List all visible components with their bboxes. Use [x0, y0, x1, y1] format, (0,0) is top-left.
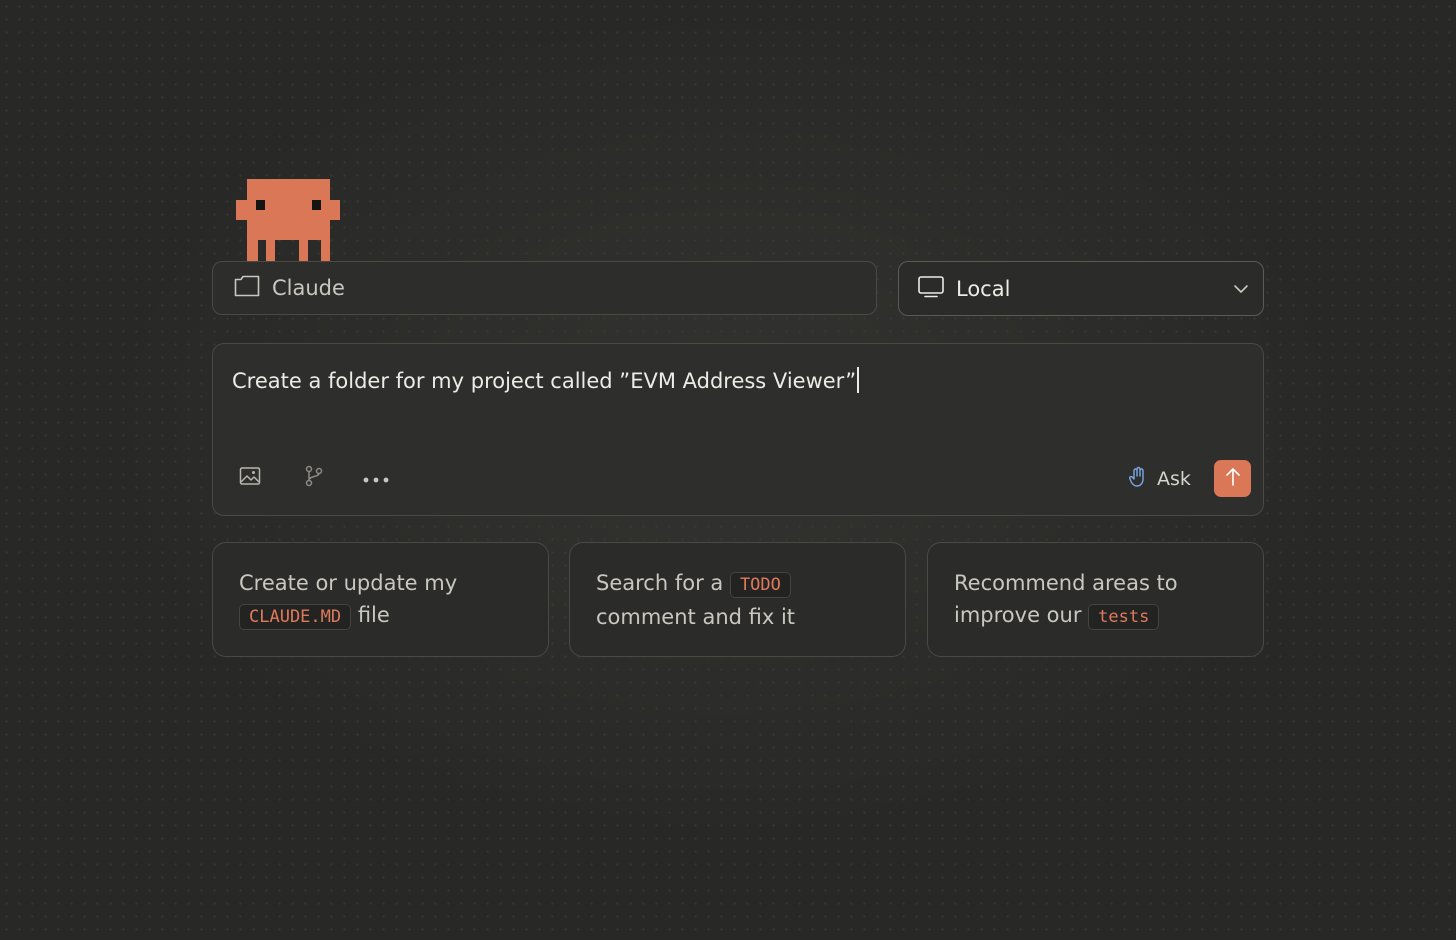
mode-ask-label: Ask — [1157, 468, 1191, 490]
environment-dropdown[interactable]: Local — [898, 261, 1264, 316]
suggestion-text: file — [357, 603, 390, 627]
mode-ask-button[interactable]: Ask — [1128, 465, 1191, 493]
environment-selected-value: Local — [956, 276, 1011, 301]
prompt-input[interactable]: Create a folder for my project called ”E… — [232, 367, 860, 393]
suggestion-code: TODO — [729, 572, 791, 598]
suggestion-code: tests — [1088, 604, 1160, 630]
more-options-button[interactable] — [362, 464, 390, 492]
image-icon — [239, 466, 261, 490]
suggestion-text: Create or update my — [239, 571, 458, 595]
suggestion-card-tests[interactable]: Recommend areas to improve our tests — [927, 542, 1264, 657]
branch-icon — [304, 465, 324, 491]
folder-icon — [234, 275, 260, 301]
hand-icon — [1128, 466, 1148, 492]
monitor-icon — [918, 275, 944, 302]
prompt-input-text: Create a folder for my project called ”E… — [232, 369, 857, 393]
claude-mascot-logo — [236, 179, 340, 261]
more-icon — [363, 469, 389, 488]
prompt-input-box[interactable]: Create a folder for my project called ”E… — [212, 343, 1264, 516]
project-folder-label: Claude — [272, 276, 345, 300]
suggestion-text: Search for a — [596, 571, 724, 595]
suggestion-card-todo[interactable]: Search for a TODO comment and fix it — [569, 542, 906, 657]
suggestion-text: comment and fix it — [596, 605, 796, 629]
project-folder-selector[interactable]: Claude — [212, 261, 877, 315]
suggestion-card-claude-md[interactable]: Create or update my CLAUDE.MD file — [212, 542, 549, 657]
send-button[interactable] — [1214, 460, 1251, 497]
attach-image-button[interactable] — [236, 464, 264, 492]
arrow-up-icon — [1225, 467, 1241, 491]
chevron-down-icon — [1233, 279, 1249, 298]
suggestion-code: CLAUDE.MD — [239, 604, 352, 630]
branch-button[interactable] — [300, 464, 328, 492]
text-caret — [857, 367, 860, 393]
